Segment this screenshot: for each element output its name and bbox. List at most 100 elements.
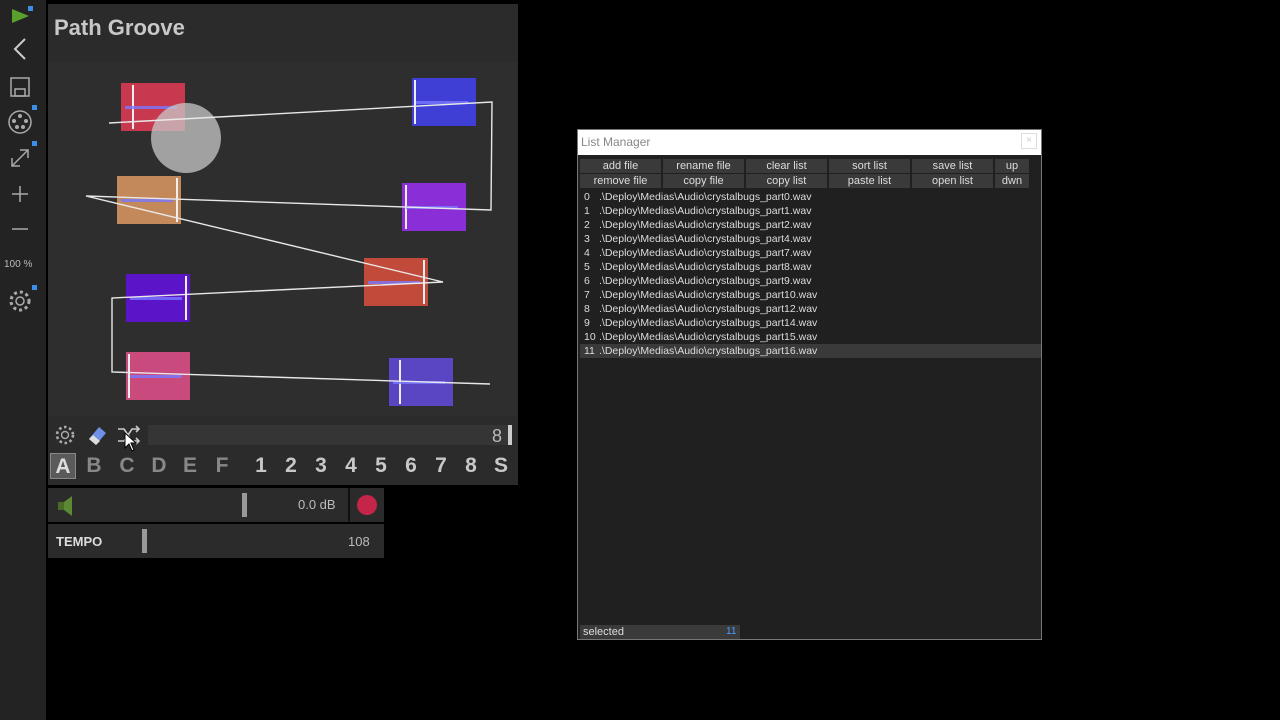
pattern-f-button[interactable]: F bbox=[209, 453, 235, 479]
list-item[interactable]: 9 .\Deploy\Medias\Audio\crystalbugs_part1… bbox=[580, 316, 1041, 330]
step-8-button[interactable]: 8 bbox=[458, 453, 484, 479]
step-7-button[interactable]: 7 bbox=[428, 453, 454, 479]
item-index: 8 bbox=[584, 303, 590, 315]
list-item[interactable]: 10 .\Deploy\Medias\Audio\crystalbugs_part… bbox=[580, 330, 1041, 344]
item-path: .\Deploy\Medias\Audio\crystalbugs_part9.… bbox=[599, 275, 812, 287]
item-index: 0 bbox=[584, 191, 590, 203]
volume-slider-handle[interactable] bbox=[242, 493, 247, 517]
speaker-icon[interactable] bbox=[56, 494, 78, 523]
pattern-e-button[interactable]: E bbox=[177, 453, 203, 479]
item-path: .\Deploy\Medias\Audio\crystalbugs_part14… bbox=[599, 317, 818, 329]
item-path: .\Deploy\Medias\Audio\crystalbugs_part0.… bbox=[599, 191, 812, 203]
list-item-selected[interactable]: 11 .\Deploy\Medias\Audio\crystalbugs_part… bbox=[580, 344, 1041, 358]
add-file-button[interactable]: add file bbox=[580, 159, 661, 173]
item-index: 5 bbox=[584, 261, 590, 273]
volume-value: 0.0 dB bbox=[298, 497, 336, 512]
save-list-button[interactable]: save list bbox=[912, 159, 993, 173]
item-path: .\Deploy\Medias\Audio\crystalbugs_part8.… bbox=[599, 261, 812, 273]
list-item[interactable]: 5 .\Deploy\Medias\Audio\crystalbugs_part8… bbox=[580, 260, 1041, 274]
step-6-button[interactable]: 6 bbox=[398, 453, 424, 479]
step-4-button[interactable]: 4 bbox=[338, 453, 364, 479]
item-index: 2 bbox=[584, 219, 590, 231]
pattern-a-button[interactable]: A bbox=[50, 453, 76, 479]
item-path: .\Deploy\Medias\Audio\crystalbugs_part2.… bbox=[599, 219, 812, 231]
path-canvas[interactable] bbox=[48, 62, 518, 416]
selection-status: selected 11 bbox=[580, 625, 740, 639]
list-item[interactable]: 1 .\Deploy\Medias\Audio\crystalbugs_part1… bbox=[580, 204, 1041, 218]
palette-indicator bbox=[32, 105, 37, 110]
tempo-label: TEMPO bbox=[56, 534, 103, 549]
step-3-button[interactable]: 3 bbox=[308, 453, 334, 479]
left-toolbar: 100 % bbox=[0, 0, 46, 720]
status-value: 11 bbox=[726, 626, 737, 637]
back-icon[interactable] bbox=[6, 35, 34, 63]
item-index: 6 bbox=[584, 275, 590, 287]
mouse-cursor-icon bbox=[124, 432, 138, 452]
list-item[interactable]: 4 .\Deploy\Medias\Audio\crystalbugs_part7… bbox=[580, 246, 1041, 260]
record-button[interactable] bbox=[357, 495, 377, 515]
pattern-b-button[interactable]: B bbox=[81, 453, 107, 479]
list-manager-titlebar[interactable]: List Manager × bbox=[578, 130, 1041, 155]
separator bbox=[348, 488, 350, 522]
item-path: .\Deploy\Medias\Audio\crystalbugs_part4.… bbox=[599, 233, 812, 245]
item-index: 9 bbox=[584, 317, 590, 329]
close-button[interactable]: × bbox=[1021, 133, 1037, 149]
item-index: 10 bbox=[584, 331, 596, 343]
list-item[interactable]: 8 .\Deploy\Medias\Audio\crystalbugs_part1… bbox=[580, 302, 1041, 316]
paste-list-button[interactable]: paste list bbox=[829, 174, 910, 188]
eraser-icon[interactable] bbox=[84, 422, 110, 448]
settings-icon[interactable] bbox=[6, 287, 34, 315]
expand-icon[interactable] bbox=[6, 144, 34, 172]
item-path: .\Deploy\Medias\Audio\crystalbugs_part7.… bbox=[599, 247, 812, 259]
pattern-selector: A B C D E F 1 2 3 4 5 6 7 8 S bbox=[48, 453, 518, 479]
path-groove-panel: Path Groove 8 A B C D E F 1 2 3 4 5 6 7 … bbox=[48, 4, 518, 485]
pattern-d-button[interactable]: D bbox=[146, 453, 172, 479]
status-label: selected bbox=[583, 626, 624, 638]
save-icon[interactable] bbox=[6, 73, 34, 101]
copy-list-button[interactable]: copy list bbox=[746, 174, 827, 188]
tempo-slider-handle[interactable] bbox=[142, 529, 147, 553]
tempo-value: 108 bbox=[348, 534, 370, 549]
window-title: List Manager bbox=[581, 135, 651, 149]
slider-handle[interactable] bbox=[508, 425, 512, 445]
item-index: 1 bbox=[584, 205, 590, 217]
tempo-control: TEMPO 108 bbox=[48, 524, 384, 558]
zoom-level: 100 % bbox=[4, 259, 33, 270]
item-path: .\Deploy\Medias\Audio\crystalbugs_part16… bbox=[599, 345, 818, 357]
list-item[interactable]: 7 .\Deploy\Medias\Audio\crystalbugs_part1… bbox=[580, 288, 1041, 302]
list-item[interactable]: 6 .\Deploy\Medias\Audio\crystalbugs_part9… bbox=[580, 274, 1041, 288]
minus-icon[interactable] bbox=[6, 215, 34, 243]
pattern-c-button[interactable]: C bbox=[114, 453, 140, 479]
item-index: 7 bbox=[584, 289, 590, 301]
move-down-button[interactable]: dwn bbox=[995, 174, 1029, 188]
volume-control: 0.0 dB bbox=[48, 488, 384, 522]
palette-icon[interactable] bbox=[6, 108, 34, 136]
rename-file-button[interactable]: rename file bbox=[663, 159, 744, 173]
move-up-button[interactable]: up bbox=[995, 159, 1029, 173]
item-index: 4 bbox=[584, 247, 590, 259]
copy-file-button[interactable]: copy file bbox=[663, 174, 744, 188]
list-item[interactable]: 3 .\Deploy\Medias\Audio\crystalbugs_part4… bbox=[580, 232, 1041, 246]
expand-indicator bbox=[32, 141, 37, 146]
list-item[interactable]: 0 .\Deploy\Medias\Audio\crystalbugs_part0… bbox=[580, 190, 1041, 204]
open-list-button[interactable]: open list bbox=[912, 174, 993, 188]
path-lines bbox=[85, 101, 493, 385]
app-title: Path Groove bbox=[54, 15, 185, 40]
step-5-button[interactable]: 5 bbox=[368, 453, 394, 479]
gear-icon[interactable] bbox=[52, 422, 78, 448]
item-index: 3 bbox=[584, 233, 590, 245]
list-manager-window: List Manager × add file rename file clea… bbox=[577, 129, 1042, 640]
s-button[interactable]: S bbox=[488, 453, 514, 479]
sequence-length-slider[interactable]: 8 bbox=[148, 425, 512, 446]
clear-list-button[interactable]: clear list bbox=[746, 159, 827, 173]
item-index: 11 bbox=[584, 345, 595, 357]
item-path: .\Deploy\Medias\Audio\crystalbugs_part1.… bbox=[599, 205, 812, 217]
step-2-button[interactable]: 2 bbox=[278, 453, 304, 479]
sequence-length-value: 8 bbox=[491, 426, 502, 446]
remove-file-button[interactable]: remove file bbox=[580, 174, 661, 188]
plus-icon[interactable] bbox=[6, 180, 34, 208]
step-1-button[interactable]: 1 bbox=[248, 453, 274, 479]
list-item[interactable]: 2 .\Deploy\Medias\Audio\crystalbugs_part2… bbox=[580, 218, 1041, 232]
settings-indicator bbox=[32, 285, 37, 290]
sort-list-button[interactable]: sort list bbox=[829, 159, 910, 173]
